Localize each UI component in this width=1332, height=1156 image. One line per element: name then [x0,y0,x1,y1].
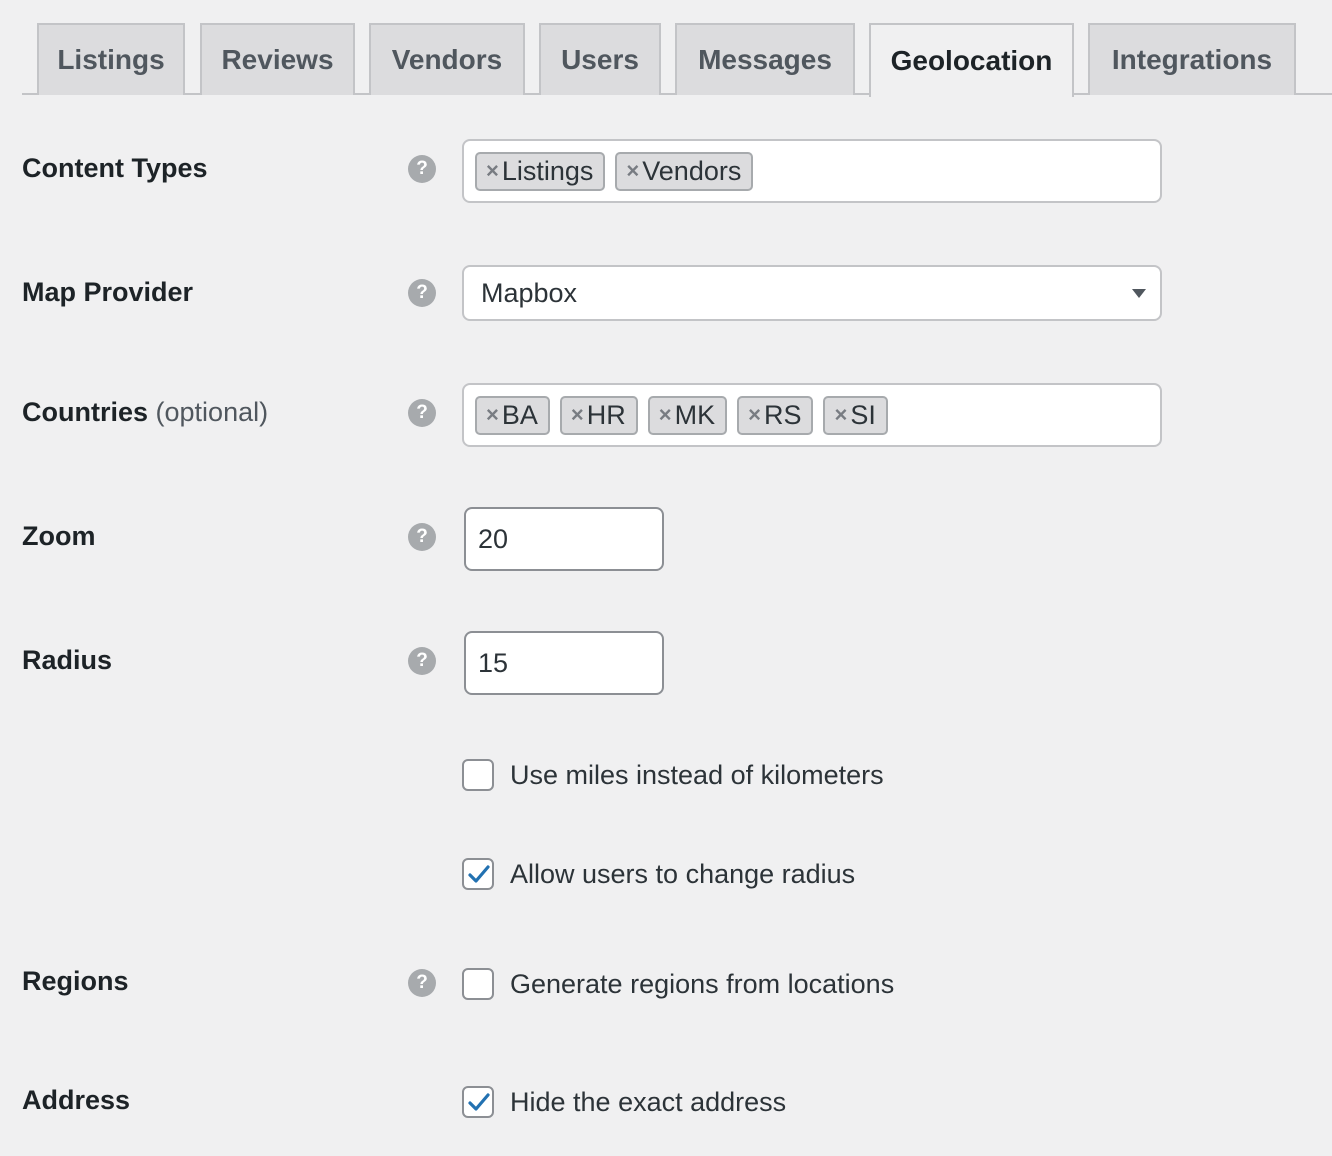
tag-label: MK [674,399,716,430]
tab-reviews[interactable]: Reviews [200,23,355,95]
regions-label: Regions [22,966,129,996]
tag-label: HR [586,399,626,430]
countries-select[interactable]: × BA × HR × MK × RS × SI [462,383,1162,447]
tag-si: × SI [823,395,888,435]
help-icon[interactable]: ? [408,969,436,997]
zoom-label: Zoom [22,521,96,551]
use-miles-label: Use miles instead of kilometers [510,759,884,790]
tag-vendors: × Vendors [615,151,754,191]
help-glyph: ? [416,650,428,671]
remove-tag-icon[interactable]: × [626,158,639,184]
help-glyph: ? [416,282,428,303]
remove-tag-icon[interactable]: × [659,402,672,428]
content-types-select[interactable]: × Listings × Vendors [462,139,1162,203]
settings-tabs: Listings Reviews Vendors Users Messages … [22,0,1332,97]
map-provider-select[interactable]: Mapbox [462,265,1162,321]
help-glyph: ? [416,526,428,547]
hide-exact-address-label: Hide the exact address [510,1086,787,1117]
tag-rs: × RS [737,395,814,435]
zoom-input[interactable] [464,507,664,571]
tag-label: SI [850,399,876,430]
help-icon[interactable]: ? [408,523,436,551]
geolocation-settings-page: Listings Reviews Vendors Users Messages … [0,0,1332,1156]
help-glyph: ? [416,158,428,179]
tab-vendors[interactable]: Vendors [369,23,525,95]
help-glyph: ? [416,972,428,993]
help-icon[interactable]: ? [408,279,436,307]
allow-change-radius-checkbox[interactable] [462,858,494,890]
tag-label: BA [501,399,538,430]
hide-exact-address-option[interactable]: Hide the exact address [462,1086,786,1118]
radius-input[interactable] [464,631,664,695]
allow-change-radius-label: Allow users to change radius [510,858,856,889]
tag-mk: × MK [647,395,728,435]
help-icon[interactable]: ? [408,155,436,183]
tag-label: RS [763,399,802,430]
generate-regions-option[interactable]: Generate regions from locations [462,968,894,1000]
tag-label: Listings [501,155,594,186]
content-types-label: Content Types [22,153,208,183]
generate-regions-label: Generate regions from locations [510,968,895,999]
checkmark-icon [468,1093,490,1111]
map-provider-value: Mapbox [481,277,578,308]
generate-regions-checkbox[interactable] [462,968,494,1000]
tab-listings[interactable]: Listings [37,23,185,95]
remove-tag-icon[interactable]: × [486,402,499,428]
allow-change-radius-option[interactable]: Allow users to change radius [462,858,855,890]
remove-tag-icon[interactable]: × [748,402,761,428]
checkmark-icon [468,865,490,883]
optional-hint: (optional) [155,397,269,427]
use-miles-checkbox[interactable] [462,759,494,791]
map-provider-label: Map Provider [22,277,194,307]
countries-label-text: Countries [22,397,149,427]
tag-label: Vendors [642,155,742,186]
countries-label: Countries (optional) [22,397,268,428]
help-glyph: ? [416,402,428,423]
remove-tag-icon[interactable]: × [571,402,584,428]
use-miles-option[interactable]: Use miles instead of kilometers [462,759,884,791]
tab-messages[interactable]: Messages [675,23,855,95]
remove-tag-icon[interactable]: × [834,402,847,428]
remove-tag-icon[interactable]: × [486,158,499,184]
chevron-down-icon [1132,289,1146,298]
address-label: Address [22,1085,131,1115]
tag-hr: × HR [559,395,638,435]
radius-label: Radius [22,645,113,675]
help-icon[interactable]: ? [408,647,436,675]
help-icon[interactable]: ? [408,399,436,427]
tab-integrations[interactable]: Integrations [1088,23,1296,95]
tab-geolocation[interactable]: Geolocation [869,23,1074,97]
tag-ba: × BA [475,395,550,435]
hide-exact-address-checkbox[interactable] [462,1086,494,1118]
tab-users[interactable]: Users [539,23,661,95]
tag-listings: × Listings [475,151,606,191]
